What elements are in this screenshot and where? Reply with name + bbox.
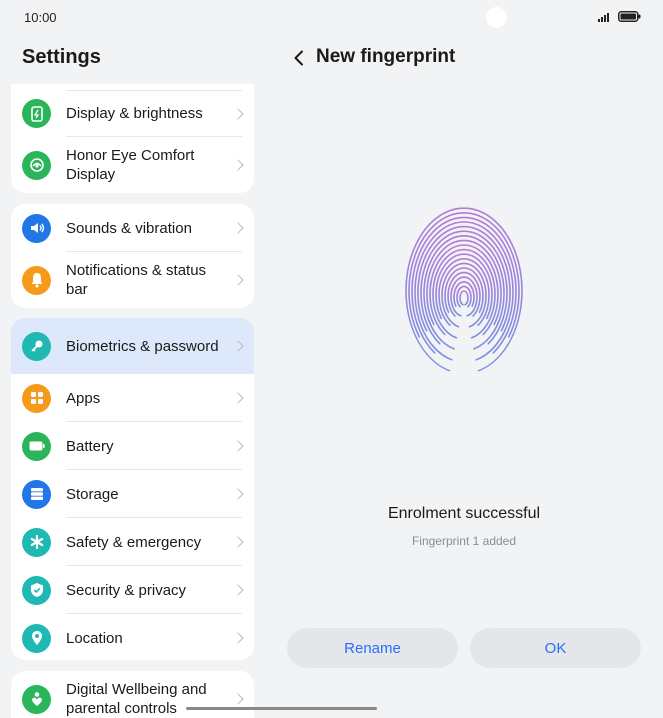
settings-item-notifications[interactable]: Notifications & status bar [11,252,254,308]
status-time: 10:00 [24,10,57,25]
speaker-icon [22,213,51,243]
battery-status-icon [618,11,641,22]
settings-item-label: Honor Eye Comfort Display [66,147,195,183]
settings-item-label: Safety & emergency [66,533,202,551]
settings-title: Settings [22,46,101,68]
settings-group-display: Display & brightness Honor Eye Comfort D… [11,84,254,193]
settings-item-label: Display & brightness [66,105,203,122]
chevron-right-icon [232,222,244,234]
chevron-right-icon [232,536,244,548]
fingerprint-ridge [450,276,478,317]
settings-item-label: Security & privacy [66,581,187,599]
status-bar: 10:00 [0,0,663,36]
storage-icon [22,479,51,509]
settings-item-display-brightness[interactable]: Display & brightness [11,90,254,137]
settings-group-sound: Sounds & vibration Notifications & statu… [11,204,254,308]
settings-item-apps[interactable]: Apps [11,374,254,422]
rename-button[interactable]: Rename [287,628,458,668]
chevron-right-icon [232,584,244,596]
fingerprint-ridge [459,290,469,306]
wellbeing-icon [22,684,51,714]
ok-button[interactable]: OK [470,628,641,668]
settings-item-storage[interactable]: Storage [11,470,254,518]
page-title: New fingerprint [316,46,456,67]
settings-item-label: Sounds & vibration [66,219,192,237]
battery-icon [22,431,51,461]
settings-item-safety[interactable]: Safety & emergency [11,518,254,566]
fingerprint-ridge [456,285,472,308]
shield-icon [22,575,51,605]
chevron-right-icon [232,632,244,644]
settings-item-label: Apps [66,389,101,407]
settings-item-label: Notifications & status bar [66,262,207,298]
settings-group-system: Biometrics & password Apps Battery Stora… [11,318,254,660]
chevron-right-icon [232,392,244,404]
eye-comfort-icon [22,150,51,180]
location-pin-icon [22,623,51,653]
settings-item-digital-wellbeing[interactable]: Digital Wellbeing and parental controls [11,671,254,718]
fingerprint-ridge [447,271,481,317]
settings-item-sounds[interactable]: Sounds & vibration [11,204,254,252]
settings-item-label: Storage [66,485,119,503]
chevron-right-icon [232,440,244,452]
enrolment-status: Enrolment successful [387,505,541,522]
settings-sidebar: Settings Display & brightness Honor Eye … [0,0,265,718]
enrolment-detail: Fingerprint 1 added [411,534,517,548]
settings-item-security[interactable]: Security & privacy [11,566,254,614]
asterisk-icon [22,527,51,557]
chevron-right-icon [232,488,244,500]
settings-item-label: Battery [66,437,114,455]
key-icon [22,331,51,361]
bell-icon [22,265,51,295]
camera-cutout [486,7,507,28]
settings-item-battery[interactable]: Battery [11,422,254,470]
settings-item-location[interactable]: Location [11,614,254,660]
back-arrow-icon[interactable] [292,50,306,66]
settings-item-label: Digital Wellbeing and parental controls [66,681,207,717]
chevron-right-icon [232,159,244,171]
display-icon [22,99,51,128]
chevron-right-icon [232,340,244,352]
settings-item-biometrics[interactable]: Biometrics & password [11,318,254,374]
chevron-right-icon [232,693,244,705]
signal-icon [598,12,609,22]
system-icons [598,11,641,22]
chevron-right-icon [232,107,244,120]
fingerprint-icon [405,206,523,372]
settings-item-eye-comfort[interactable]: Honor Eye Comfort Display [11,137,254,193]
home-indicator[interactable] [186,707,377,710]
settings-item-label: Biometrics & password [66,337,219,355]
settings-group-wellbeing: Digital Wellbeing and parental controls [11,671,254,718]
chevron-right-icon [232,274,244,286]
fingerprint-ridge [444,267,484,314]
settings-item-label: Location [66,629,123,647]
apps-icon [22,383,51,413]
